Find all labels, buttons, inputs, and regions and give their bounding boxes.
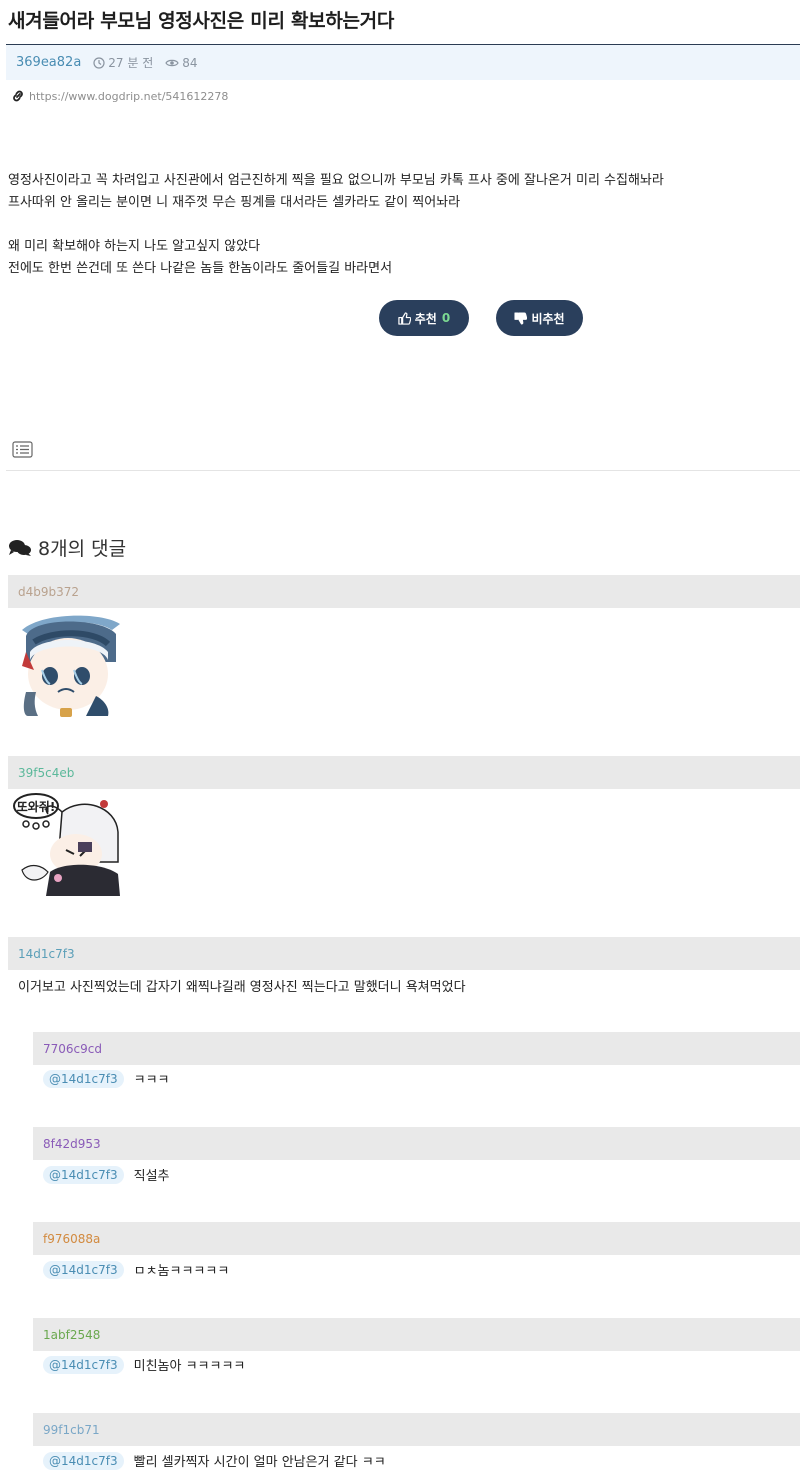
post-url[interactable]: https://www.dogdrip.net/541612278: [29, 90, 228, 103]
reply-author[interactable]: 7706c9cd: [43, 1042, 102, 1056]
reply-body: @14d1c7f3 빨리 셀카찍자 시간이 얼마 안남은거 같다 ㅋㅋ: [43, 1451, 386, 1470]
reply-header: 7706c9cd: [33, 1032, 800, 1065]
clock-icon: [93, 56, 105, 69]
reply-header: 8f42d953: [33, 1127, 800, 1160]
reply-body: @14d1c7f3 ㅋㅋㅋ: [43, 1069, 170, 1088]
reply-header: 1abf2548: [33, 1318, 800, 1351]
reply-body: @14d1c7f3 직설추: [43, 1165, 170, 1184]
ddowajwo-sticker-image: 또와줘!: [13, 793, 120, 896]
reply-text: 빨리 셀카찍자 시간이 얼마 안남은거 같다 ㅋㅋ: [133, 1455, 386, 1470]
post-time: 27 분 전: [93, 54, 153, 71]
post-meta-bar: 369ea82a 27 분 전 84: [6, 45, 800, 80]
mention-tag[interactable]: @14d1c7f3: [43, 1451, 124, 1470]
comment-author[interactable]: d4b9b372: [18, 585, 79, 599]
list-icon[interactable]: [12, 441, 33, 462]
post-views: 84: [165, 55, 198, 70]
content-divider: [6, 470, 800, 471]
comments-heading: 8개의 댓글: [8, 534, 126, 561]
post-title: 새겨들어라 부모님 영정사진은 미리 확보하는거다: [8, 10, 395, 32]
reply-body: @14d1c7f3 미친놈아 ㅋㅋㅋㅋㅋ: [43, 1355, 245, 1374]
reply-author[interactable]: 8f42d953: [43, 1137, 101, 1151]
comment-header: 14d1c7f3: [8, 937, 800, 970]
post-author[interactable]: 369ea82a: [16, 55, 81, 70]
upvote-button[interactable]: 추천 0: [379, 300, 469, 336]
post-url-row[interactable]: https://www.dogdrip.net/541612278: [11, 89, 228, 103]
thumbs-up-icon: [398, 311, 411, 325]
post-content: 영정사진이라고 꼭 차려입고 사진관에서 엄근진하게 찍을 필요 없으니까 부모…: [8, 170, 664, 280]
downvote-label: 비추천: [531, 311, 565, 326]
post-time-text: 27 분 전: [108, 56, 154, 70]
comments-icon: [9, 539, 31, 556]
mention-tag[interactable]: @14d1c7f3: [43, 1355, 124, 1374]
content-line: 전에도 한번 쓴건데 또 쓴다 나같은 놈들 한놈이라도 줄어들길 바라면서: [8, 261, 393, 276]
reply-header: 99f1cb71: [33, 1413, 800, 1446]
content-line: 프사따위 안 올리는 분이면 니 재주껏 무슨 핑계를 대서라든 셀카라도 같이…: [8, 195, 461, 210]
reply-text: 직설추: [133, 1169, 170, 1184]
comment-author[interactable]: 39f5c4eb: [18, 766, 74, 780]
reply-author[interactable]: 99f1cb71: [43, 1423, 100, 1437]
mention-tag[interactable]: @14d1c7f3: [43, 1165, 124, 1184]
mention-tag[interactable]: @14d1c7f3: [43, 1260, 124, 1279]
comment-text: 이거보고 사진찍었는데 갑자기 왜찍냐길래 영정사진 찍는다고 말했더니 욕쳐먹…: [18, 980, 466, 995]
content-line: 왜 미리 확보해야 하는지 나도 알고싶지 않았다: [8, 239, 261, 254]
downvote-button[interactable]: 비추천: [496, 300, 583, 336]
reply-body: @14d1c7f3 ㅁㅊ놈ㅋㅋㅋㅋㅋ: [43, 1260, 229, 1279]
crying-sticker-image: [22, 615, 120, 717]
reply-text: ㅁㅊ놈ㅋㅋㅋㅋㅋ: [133, 1264, 230, 1279]
upvote-label: 추천: [414, 311, 437, 326]
reply-header: f976088a: [33, 1222, 800, 1255]
link-icon: [13, 90, 23, 102]
comments-count-label: 8개의 댓글: [38, 538, 127, 560]
comment-header: d4b9b372: [8, 575, 800, 608]
upvote-count: 0: [441, 311, 451, 325]
eye-icon: [165, 59, 179, 66]
reply-author[interactable]: f976088a: [43, 1232, 100, 1246]
content-line: 영정사진이라고 꼭 차려입고 사진관에서 엄근진하게 찍을 필요 없으니까 부모…: [8, 173, 664, 188]
comment-header: 39f5c4eb: [8, 756, 800, 789]
reply-text: 미친놈아 ㅋㅋㅋㅋㅋ: [133, 1359, 246, 1374]
post-views-count: 84: [182, 55, 198, 70]
comment-author[interactable]: 14d1c7f3: [18, 947, 75, 961]
mention-tag[interactable]: @14d1c7f3: [43, 1069, 124, 1088]
thumbs-down-icon: [514, 311, 528, 325]
reply-author[interactable]: 1abf2548: [43, 1328, 100, 1342]
reply-text: ㅋㅋㅋ: [133, 1073, 170, 1088]
vote-area: 추천 0 비추천: [0, 300, 800, 336]
